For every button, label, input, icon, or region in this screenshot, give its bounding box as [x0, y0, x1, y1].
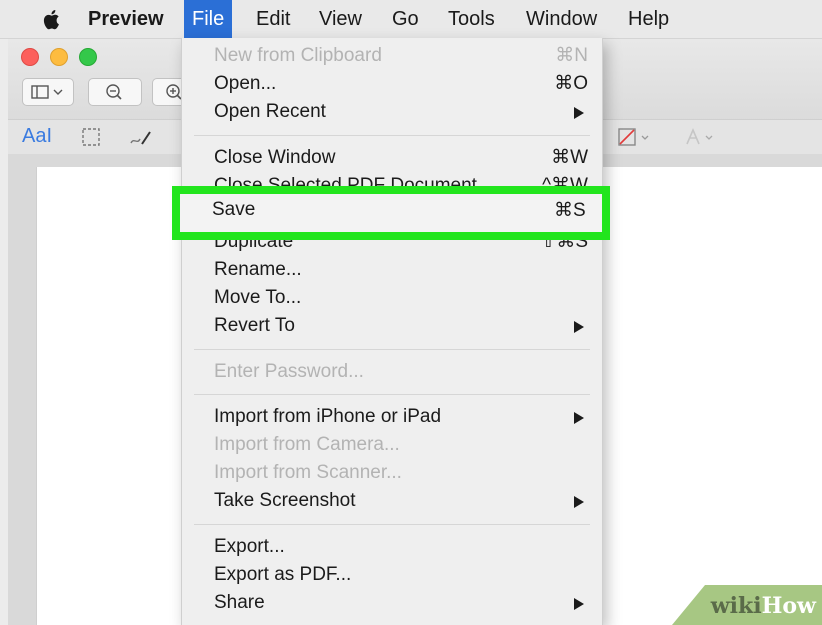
- menu-item-open[interactable]: Open... ⌘O: [182, 70, 602, 98]
- file-menu-dropdown: New from Clipboard ⌘N Open... ⌘O Open Re…: [181, 38, 603, 625]
- submenu-arrow-icon: [574, 598, 584, 610]
- menu-item-save-label[interactable]: Save: [212, 199, 255, 221]
- submenu-arrow-icon: [574, 321, 584, 333]
- menu-item-import-scanner: Import from Scanner...: [214, 462, 402, 483]
- menu-go[interactable]: Go: [392, 0, 419, 38]
- close-window-button[interactable]: [21, 48, 39, 66]
- menu-item-save-shortcut: ⌘S: [554, 200, 586, 221]
- menu-item-rename[interactable]: Rename...: [182, 256, 602, 284]
- menu-item-open-recent[interactable]: Open Recent: [182, 98, 602, 126]
- submenu-arrow-icon: [574, 107, 584, 119]
- menu-view[interactable]: View: [319, 0, 362, 38]
- menu-item-export-as-pdf[interactable]: Export as PDF...: [182, 561, 602, 589]
- zoom-out-button[interactable]: [88, 78, 142, 106]
- menu-item-export[interactable]: Export...: [182, 533, 602, 561]
- menu-item-enter-password: Enter Password...: [214, 361, 364, 382]
- zoom-window-button[interactable]: [79, 48, 97, 66]
- menu-separator: [194, 349, 590, 350]
- menu-item-share[interactable]: Share: [182, 589, 602, 617]
- menu-preview[interactable]: Preview: [88, 0, 164, 38]
- menu-file[interactable]: File: [184, 0, 233, 38]
- submenu-arrow-icon: [574, 412, 584, 424]
- menu-item-move-to[interactable]: Move To...: [182, 284, 602, 312]
- menu-edit[interactable]: Edit: [256, 0, 290, 38]
- border-color-icon[interactable]: [616, 126, 660, 148]
- menu-tools[interactable]: Tools: [448, 0, 495, 38]
- sidebar-icon: [31, 85, 63, 99]
- zoom-out-icon: [106, 84, 122, 100]
- menu-item-close-window[interactable]: Close Window ⌘W: [182, 144, 602, 172]
- menu-separator: [194, 135, 590, 136]
- text-selection-tool[interactable]: AaI: [22, 125, 52, 148]
- minimize-window-button[interactable]: [50, 48, 68, 66]
- menu-item-revert-to[interactable]: Revert To: [182, 312, 602, 340]
- menu-separator: [194, 394, 590, 395]
- wikihow-logo: wikiHow: [710, 593, 816, 619]
- menu-item-import-camera: Import from Camera...: [214, 434, 400, 455]
- sketch-icon[interactable]: [128, 126, 154, 148]
- submenu-arrow-icon: [574, 496, 584, 508]
- menu-window[interactable]: Window: [526, 0, 597, 38]
- menu-item-take-screenshot[interactable]: Take Screenshot: [182, 487, 602, 515]
- text-style-icon[interactable]: [682, 126, 722, 148]
- menu-item-new-from-clipboard: New from Clipboard ⌘N: [214, 45, 588, 66]
- menu-bar: Preview File Edit View Go Tools Window H…: [0, 0, 822, 39]
- menu-help[interactable]: Help: [628, 0, 669, 38]
- sidebar-toggle-button[interactable]: [22, 78, 74, 106]
- apple-icon[interactable]: [42, 9, 60, 30]
- menu-item-import-iphone-ipad[interactable]: Import from iPhone or iPad: [182, 403, 602, 431]
- menu-separator: [194, 524, 590, 525]
- rect-selection-icon[interactable]: [80, 126, 102, 148]
